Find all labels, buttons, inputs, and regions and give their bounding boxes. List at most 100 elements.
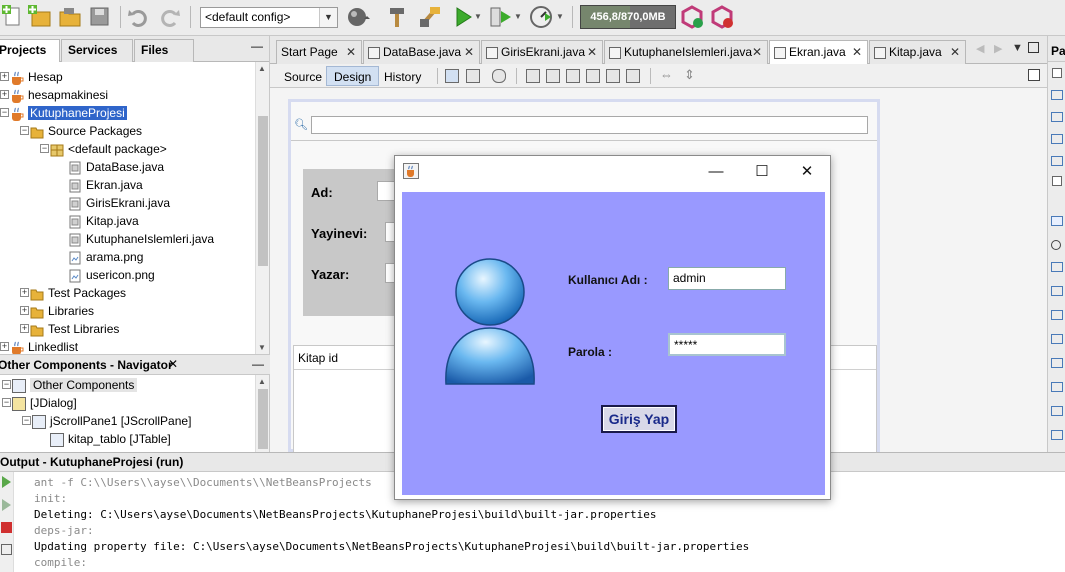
navigator-scrollbar[interactable]: ▲ [255,375,269,453]
scroll-tabs-right-icon[interactable]: ▶ [994,42,1002,55]
palette-item-icon[interactable] [1051,430,1063,440]
collapse-icon[interactable]: − [2,398,11,407]
collapse-icon[interactable]: − [20,126,29,135]
horizontal-resize-icon[interactable]: ⇔ [660,67,673,82]
expand-icon[interactable]: + [0,72,9,81]
palette-toggle-icon[interactable] [1028,69,1040,81]
tree-item[interactable]: Ekran.java [68,176,143,194]
memory-usage-indicator[interactable]: 456,8/870,0MB [580,5,676,29]
scroll-tabs-left-icon[interactable]: ◀ [976,42,984,55]
navigator-close-button[interactable]: ✕ [168,357,178,371]
tree-item[interactable]: Libraries [30,302,94,320]
save-all-icon[interactable] [88,5,112,29]
chevron-down-icon[interactable]: ▼ [319,8,337,27]
expand-icon[interactable]: + [20,306,29,315]
tree-item[interactable]: DataBase.java [68,158,164,176]
stop-gc-icon[interactable] [710,5,734,29]
palette-item-icon[interactable] [1051,216,1063,226]
palette-item-icon[interactable] [1051,90,1063,100]
login-button[interactable]: Giriş Yap [601,405,677,433]
stop-icon[interactable] [1,522,12,533]
palette-item-icon[interactable] [1051,112,1063,122]
collapse-icon[interactable]: − [2,380,11,389]
new-project-icon[interactable] [28,5,52,29]
palette-item-icon[interactable] [1051,406,1063,416]
radio-button-item-icon[interactable] [1051,240,1061,250]
tree-item[interactable]: <default package> [50,140,167,158]
tab-kutuphaneislemleri-java[interactable]: KutuphaneIslemleri.java ✕ [604,40,768,64]
close-icon[interactable]: ✕ [852,41,862,63]
history-mode-button[interactable]: History [376,66,429,86]
collapse-icon[interactable]: − [22,416,31,425]
collapse-icon[interactable]: − [40,144,49,153]
navigator-scrollbar-thumb[interactable] [258,389,268,449]
globe-icon[interactable] [346,5,370,29]
expand-icon[interactable]: + [20,324,29,333]
vertical-resize-icon[interactable]: ⇕ [684,67,695,83]
expand-icon[interactable]: + [0,342,9,351]
config-select[interactable]: <default config> ▼ [200,7,338,28]
profile-chevron-down-icon[interactable]: ▼ [556,5,566,29]
align-bottom-icon[interactable] [606,69,620,83]
show-opened-documents-icon[interactable]: ▼ [1012,42,1023,54]
username-field[interactable]: admin [668,267,786,290]
palette-item-icon[interactable] [1051,156,1063,166]
palette-item-icon[interactable] [1051,382,1063,392]
tab-ekran-java[interactable]: Ekran.java ✕ [769,40,868,64]
dialog-title-bar[interactable]: — ☐ ✕ [395,156,830,187]
design-mode-button[interactable]: Design [326,66,380,86]
align-left-icon[interactable] [526,69,540,83]
tab-kitap-java[interactable]: Kitap.java ✕ [869,40,966,64]
palette-item-icon[interactable] [1051,262,1063,272]
settings-icon[interactable] [1,544,12,555]
tab-girisekrani-java[interactable]: GirisEkrani.java ✕ [481,40,603,64]
debug-project-icon[interactable] [489,5,513,29]
palette-item-icon[interactable] [1051,358,1063,368]
palette-item-icon[interactable] [1051,286,1063,296]
tree-item[interactable]: Source Packages [30,122,142,140]
tree-item[interactable]: usericon.png [68,266,155,284]
tree-item[interactable]: KutuphaneIslemleri.java [68,230,214,248]
tree-item[interactable]: Hesap [10,68,63,86]
palette-item-icon[interactable] [1051,310,1063,320]
align-top-icon[interactable] [586,69,600,83]
expand-icon[interactable]: + [20,288,29,297]
center-vertically-icon[interactable] [626,69,640,83]
redo-icon[interactable] [158,5,182,29]
palette-item-icon[interactable] [1051,334,1063,344]
navigator-item[interactable]: kitap_tablo [JTable] [50,430,171,448]
projects-scrollbar-thumb[interactable] [258,116,268,266]
expand-icon[interactable]: + [0,90,9,99]
tab-projects[interactable]: Projects [0,39,60,62]
collapse-icon[interactable]: − [0,108,9,117]
undo-icon[interactable] [126,5,150,29]
dialog-maximize-button[interactable]: ☐ [739,156,785,187]
collapse-icon[interactable] [1052,68,1062,78]
tab-database-java[interactable]: DataBase.java ✕ [363,40,480,64]
tab-services[interactable]: Services [61,39,133,62]
run-chevron-down-icon[interactable]: ▼ [474,5,484,29]
profile-project-icon[interactable] [529,5,553,29]
debug-chevron-down-icon[interactable]: ▼ [514,5,524,29]
tree-item[interactable]: Kitap.java [68,212,139,230]
dialog-close-button[interactable]: ✕ [784,156,830,187]
close-icon[interactable]: ✕ [464,41,474,63]
preview-design-icon[interactable] [492,69,506,83]
tab-start-page[interactable]: Start Page ✕ [276,40,362,64]
source-mode-button[interactable]: Source [276,66,330,86]
rerun-icon[interactable] [2,476,11,488]
gc-icon[interactable] [680,5,704,29]
close-icon[interactable]: ✕ [950,41,960,63]
scroll-down-icon[interactable]: ▼ [258,343,266,352]
run-project-icon[interactable] [452,5,476,29]
new-file-icon[interactable] [2,5,26,29]
tab-files[interactable]: Files [134,39,194,62]
navigator-item[interactable]: Other Components [12,376,138,394]
tree-item[interactable]: Test Packages [30,284,126,302]
password-field[interactable]: ***** [668,333,786,356]
tree-item[interactable]: GirisEkrani.java [68,194,170,212]
scroll-up-icon[interactable]: ▲ [258,64,266,73]
center-horizontally-icon[interactable] [566,69,580,83]
open-project-icon[interactable] [58,5,82,29]
close-icon[interactable]: ✕ [346,41,356,63]
